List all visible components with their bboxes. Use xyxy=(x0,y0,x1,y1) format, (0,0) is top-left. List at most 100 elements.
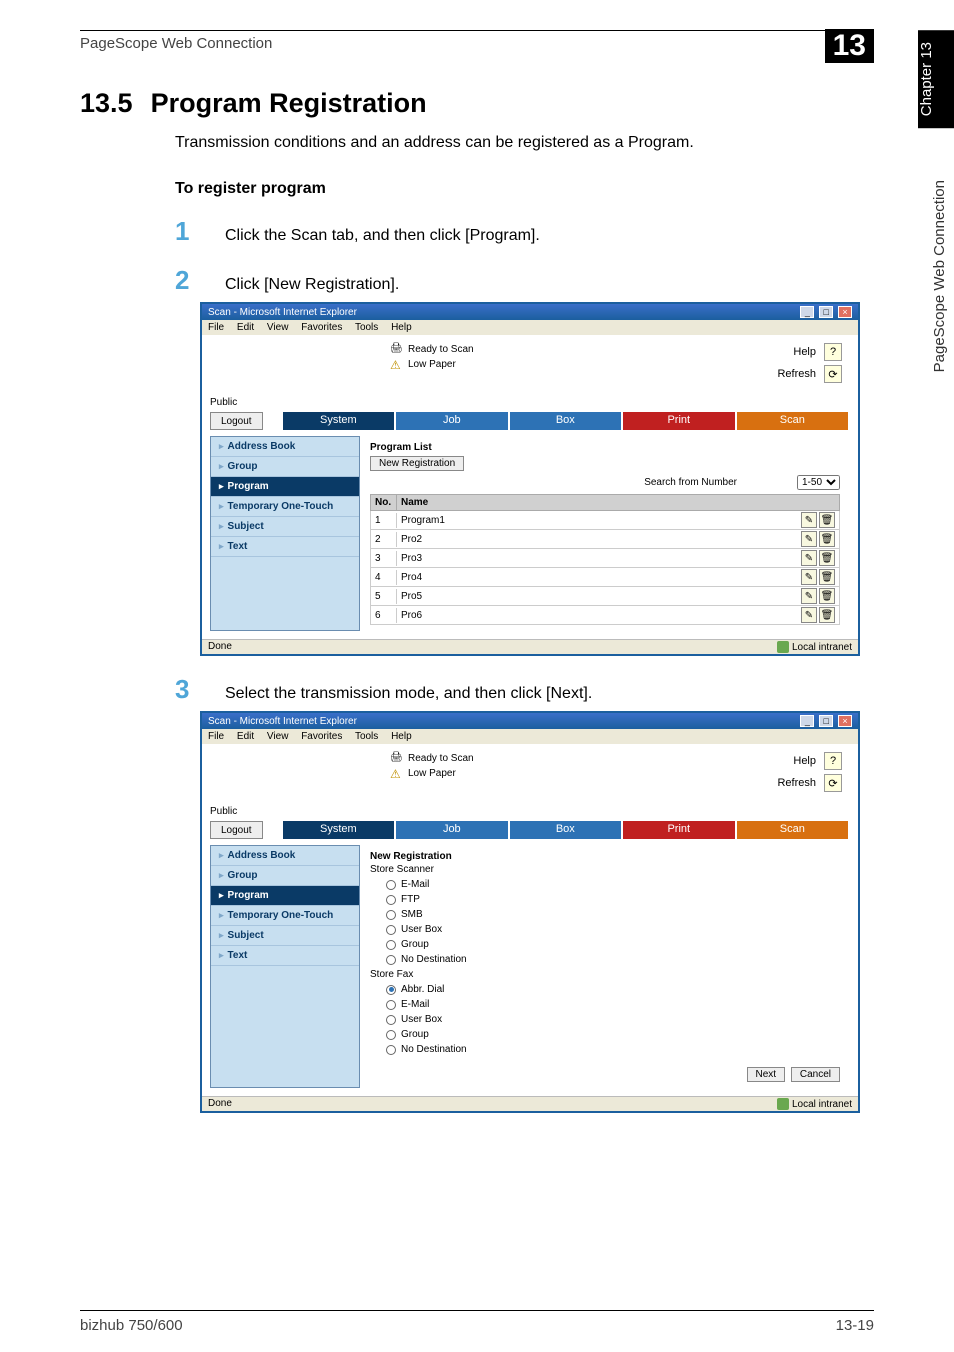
radio-email[interactable]: E-Mail xyxy=(386,879,840,890)
help-link[interactable]: Help xyxy=(793,755,816,767)
radio-userbox[interactable]: User Box xyxy=(386,924,840,935)
menu-edit[interactable]: Edit xyxy=(237,322,254,333)
radio-nodest[interactable]: No Destination xyxy=(386,954,840,965)
minimize-icon[interactable]: _ xyxy=(800,715,814,727)
search-from-number-label: Search from Number xyxy=(644,477,737,488)
radio-fax-nodest[interactable]: No Destination xyxy=(386,1044,840,1055)
menu-favorites[interactable]: Favorites xyxy=(301,731,342,742)
radio-fax-group[interactable]: Group xyxy=(386,1029,840,1040)
refresh-link[interactable]: Refresh xyxy=(777,368,816,380)
store-scanner-label: Store Scanner xyxy=(370,864,840,875)
tab-box[interactable]: Box xyxy=(510,412,623,430)
edit-icon[interactable]: ✎ xyxy=(801,607,817,623)
radio-fax-email[interactable]: E-Mail xyxy=(386,999,840,1010)
sidebar-item-group[interactable]: Group xyxy=(211,457,359,477)
radio-smb[interactable]: SMB xyxy=(386,909,840,920)
search-range-select[interactable]: 1-50 xyxy=(797,475,840,490)
delete-icon[interactable]: 🗑 xyxy=(819,531,835,547)
sidebar-item-subject[interactable]: Subject xyxy=(211,517,359,537)
chapter-side-tab: Chapter 13 xyxy=(918,30,954,128)
edit-icon[interactable]: ✎ xyxy=(801,512,817,528)
maximize-icon[interactable]: □ xyxy=(819,715,833,727)
menu-help[interactable]: Help xyxy=(391,731,412,742)
edit-icon[interactable]: ✎ xyxy=(801,569,817,585)
radio-fax-userbox[interactable]: User Box xyxy=(386,1014,840,1025)
table-row: 5 Pro5 ✎🗑 xyxy=(370,587,840,606)
help-icon[interactable]: ? xyxy=(824,343,842,361)
tab-system[interactable]: System xyxy=(283,412,396,430)
sidebar-item-address-book[interactable]: Address Book xyxy=(211,846,359,866)
menu-view[interactable]: View xyxy=(267,322,289,333)
edit-icon[interactable]: ✎ xyxy=(801,588,817,604)
delete-icon[interactable]: 🗑 xyxy=(819,550,835,566)
radio-group[interactable]: Group xyxy=(386,939,840,950)
next-button[interactable]: Next xyxy=(747,1067,786,1082)
refresh-link[interactable]: Refresh xyxy=(777,777,816,789)
tab-job[interactable]: Job xyxy=(396,821,509,839)
menu-file[interactable]: File xyxy=(208,322,224,333)
breadcrumb: PageScope Web Connection xyxy=(80,35,272,52)
step-text-2: Click [New Registration]. xyxy=(225,276,399,294)
menu-favorites[interactable]: Favorites xyxy=(301,322,342,333)
sidebar-item-address-book[interactable]: Address Book xyxy=(211,437,359,457)
screenshot-new-registration: Scan - Microsoft Internet Explorer _ □ ×… xyxy=(200,711,860,1113)
printer-icon: 🖨 xyxy=(390,752,404,764)
sidebar-item-text[interactable]: Text xyxy=(211,946,359,966)
sidebar-item-program[interactable]: Program xyxy=(211,886,359,906)
delete-icon[interactable]: 🗑 xyxy=(819,588,835,604)
menu-view[interactable]: View xyxy=(267,731,289,742)
subheading: To register program xyxy=(175,180,874,198)
footer-page: 13-19 xyxy=(836,1317,874,1334)
close-icon[interactable]: × xyxy=(838,715,852,727)
refresh-icon[interactable]: ⟳ xyxy=(824,774,842,792)
browser-menubar[interactable]: File Edit View Favorites Tools Help xyxy=(202,729,858,744)
delete-icon[interactable]: 🗑 xyxy=(819,607,835,623)
close-icon[interactable]: × xyxy=(838,306,852,318)
delete-icon[interactable]: 🗑 xyxy=(819,569,835,585)
screenshot-program-list: Scan - Microsoft Internet Explorer _ □ ×… xyxy=(200,302,860,656)
printer-icon: 🖨 xyxy=(390,343,404,355)
menu-tools[interactable]: Tools xyxy=(355,322,378,333)
tab-print[interactable]: Print xyxy=(623,821,736,839)
step-number-3: 3 xyxy=(175,674,225,705)
maximize-icon[interactable]: □ xyxy=(819,306,833,318)
new-registration-button[interactable]: New Registration xyxy=(370,456,464,471)
refresh-icon[interactable]: ⟳ xyxy=(824,365,842,383)
browser-menubar[interactable]: File Edit View Favorites Tools Help xyxy=(202,320,858,335)
edit-icon[interactable]: ✎ xyxy=(801,550,817,566)
tab-box[interactable]: Box xyxy=(510,821,623,839)
status-lowpaper: Low Paper xyxy=(408,768,456,779)
table-row: 3 Pro3 ✎🗑 xyxy=(370,549,840,568)
help-icon[interactable]: ? xyxy=(824,752,842,770)
tab-job[interactable]: Job xyxy=(396,412,509,430)
table-row: 6 Pro6 ✎🗑 xyxy=(370,606,840,625)
menu-tools[interactable]: Tools xyxy=(355,731,378,742)
menu-help[interactable]: Help xyxy=(391,322,412,333)
tab-scan[interactable]: Scan xyxy=(737,821,850,839)
cancel-button[interactable]: Cancel xyxy=(791,1067,840,1082)
radio-ftp[interactable]: FTP xyxy=(386,894,840,905)
statusbar-done: Done xyxy=(208,1098,232,1110)
logout-button[interactable]: Logout xyxy=(210,412,263,430)
sidebar-item-text[interactable]: Text xyxy=(211,537,359,557)
delete-icon[interactable]: 🗑 xyxy=(819,512,835,528)
sidebar-item-group[interactable]: Group xyxy=(211,866,359,886)
table-row: 1 Program1 ✎🗑 xyxy=(370,511,840,530)
tab-print[interactable]: Print xyxy=(623,412,736,430)
intranet-icon xyxy=(777,1098,789,1110)
help-link[interactable]: Help xyxy=(793,346,816,358)
tab-system[interactable]: System xyxy=(283,821,396,839)
tab-scan[interactable]: Scan xyxy=(737,412,850,430)
statusbar-zone: Local intranet xyxy=(792,642,852,653)
chapter-badge: 13 xyxy=(825,29,874,63)
sidebar-item-temporary[interactable]: Temporary One-Touch xyxy=(211,497,359,517)
radio-abbr-dial[interactable]: Abbr. Dial xyxy=(386,984,840,995)
sidebar-item-program[interactable]: Program xyxy=(211,477,359,497)
menu-file[interactable]: File xyxy=(208,731,224,742)
sidebar-item-subject[interactable]: Subject xyxy=(211,926,359,946)
menu-edit[interactable]: Edit xyxy=(237,731,254,742)
minimize-icon[interactable]: _ xyxy=(800,306,814,318)
sidebar-item-temporary[interactable]: Temporary One-Touch xyxy=(211,906,359,926)
logout-button[interactable]: Logout xyxy=(210,821,263,839)
edit-icon[interactable]: ✎ xyxy=(801,531,817,547)
